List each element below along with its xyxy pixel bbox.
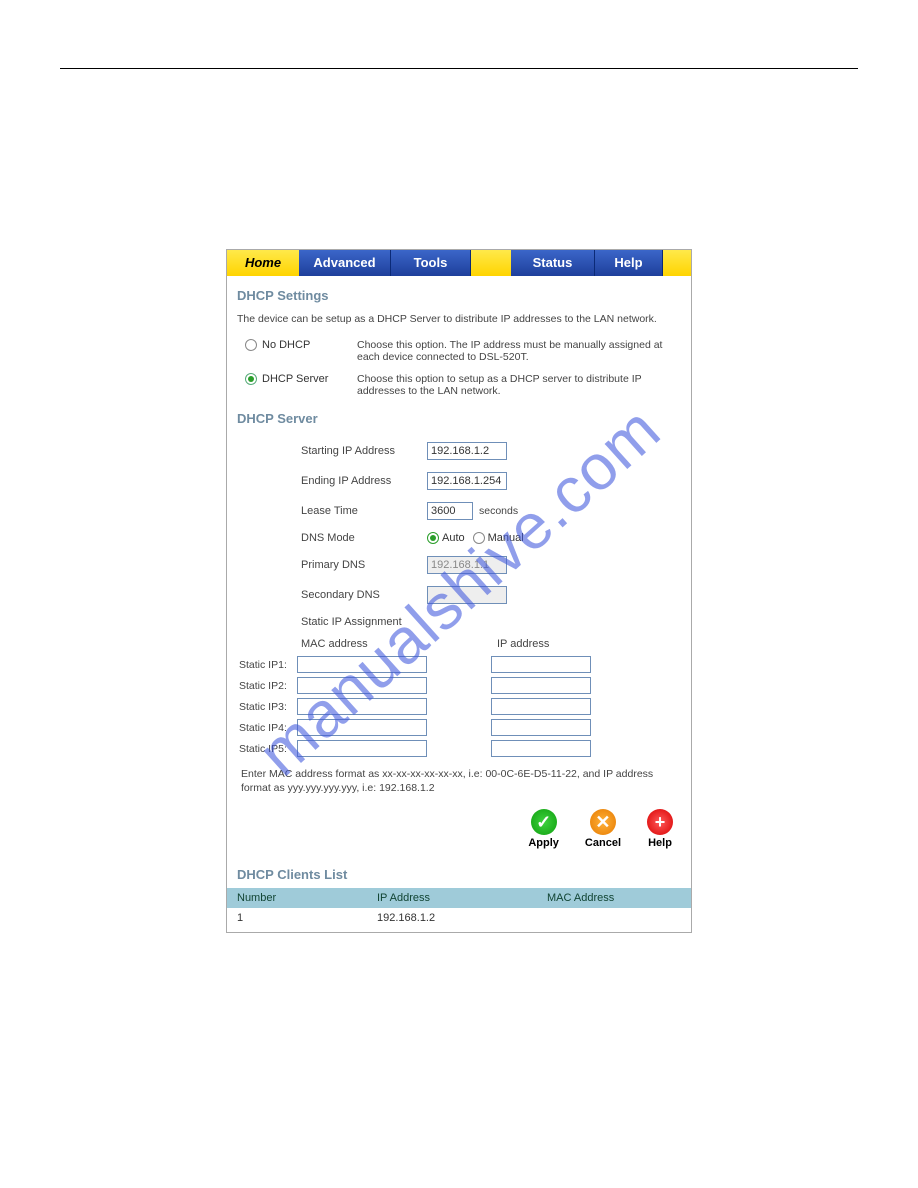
static-ip-heading: Static IP Assignment [237,616,681,628]
apply-button[interactable]: ✓ Apply [528,809,559,849]
static-ip-row-5: Static IP5: [237,740,681,757]
primary-dns-label: Primary DNS [237,559,427,571]
tab-home[interactable]: Home [227,250,299,276]
dhcp-server-radio[interactable] [245,373,257,385]
dhcp-server-label: DHCP Server [262,373,328,385]
ending-ip-label: Ending IP Address [237,475,427,487]
clients-list-header: Number IP Address MAC Address [227,888,691,908]
plus-icon: + [647,809,673,835]
dhcp-server-row: DHCP Server Choose this option to setup … [237,373,681,397]
dns-mode-label: DNS Mode [237,532,427,544]
action-buttons: ✓ Apply ✕ Cancel + Help [227,805,691,863]
mac-col-head: MAC address [237,638,497,650]
static-ip2-mac-input[interactable] [297,677,427,694]
dns-auto-radio[interactable]: Auto [427,532,465,544]
tab-advanced[interactable]: Advanced [299,250,391,276]
tab-spacer [471,250,511,276]
static-ip5-ip-input[interactable] [491,740,591,757]
tab-help[interactable]: Help [595,250,663,276]
tab-tools[interactable]: Tools [391,250,471,276]
dhcp-server-form: Starting IP Address Ending IP Address Le… [227,440,691,805]
client-1-number: 1 [237,912,377,924]
static-ip2-ip-input[interactable] [491,677,591,694]
dhcp-settings-section: DHCP Settings The device can be setup as… [227,276,691,411]
starting-ip-input[interactable] [427,442,507,460]
apply-label: Apply [528,837,559,849]
no-dhcp-desc: Choose this option. The IP address must … [357,339,681,363]
static-ip1-ip-input[interactable] [491,656,591,673]
lease-time-input[interactable] [427,502,473,520]
static-ip-col-heads: MAC address IP address [237,638,681,650]
static-ip3-label: Static IP3: [237,701,297,713]
ip-col-head: IP address [497,638,549,650]
cancel-label: Cancel [585,837,621,849]
clients-col-mac: MAC Address [547,892,681,904]
static-ip3-ip-input[interactable] [491,698,591,715]
starting-ip-label: Starting IP Address [237,445,427,457]
secondary-dns-input [427,586,507,604]
lease-time-label: Lease Time [237,505,427,517]
no-dhcp-label: No DHCP [262,339,310,351]
lease-time-row: Lease Time seconds [237,502,681,520]
help-label: Help [648,837,672,849]
static-ip4-label: Static IP4: [237,722,297,734]
dns-mode-row: DNS Mode Auto Manual [237,532,681,544]
clients-col-number: Number [237,892,377,904]
check-icon: ✓ [531,809,557,835]
dhcp-server-title: DHCP Server [237,411,681,426]
clients-col-ip: IP Address [377,892,547,904]
static-ip2-label: Static IP2: [237,680,297,692]
primary-dns-row: Primary DNS [237,556,681,574]
lease-time-suffix: seconds [477,505,518,517]
secondary-dns-label: Secondary DNS [237,589,427,601]
static-ip-row-4: Static IP4: [237,719,681,736]
static-ip-row-3: Static IP3: [237,698,681,715]
dhcp-server-desc: Choose this option to setup as a DHCP se… [357,373,681,397]
static-ip3-mac-input[interactable] [297,698,427,715]
no-dhcp-radio[interactable] [245,339,257,351]
clients-row-1: 1 192.168.1.2 [227,908,691,932]
cancel-button[interactable]: ✕ Cancel [585,809,621,849]
static-ip4-mac-input[interactable] [297,719,427,736]
dhcp-settings-title: DHCP Settings [237,288,681,303]
no-dhcp-row: No DHCP Choose this option. The IP addre… [237,339,681,363]
clients-list-title: DHCP Clients List [227,863,691,888]
dhcp-server-section: DHCP Server [227,411,691,440]
client-1-ip: 192.168.1.2 [377,912,547,924]
dhcp-settings-intro: The device can be setup as a DHCP Server… [237,313,681,325]
static-ip5-mac-input[interactable] [297,740,427,757]
static-ip5-label: Static IP5: [237,743,297,755]
dns-auto-label: Auto [442,532,465,544]
starting-ip-row: Starting IP Address [237,442,681,460]
secondary-dns-row: Secondary DNS [237,586,681,604]
router-admin-panel: Home Advanced Tools Status Help DHCP Set… [226,249,692,933]
main-tab-bar: Home Advanced Tools Status Help [227,250,691,276]
mac-format-hint: Enter MAC address format as xx-xx-xx-xx-… [237,761,681,805]
ending-ip-input[interactable] [427,472,507,490]
help-button[interactable]: + Help [647,809,673,849]
page-divider [60,68,858,69]
tab-status[interactable]: Status [511,250,595,276]
static-ip1-label: Static IP1: [237,659,297,671]
static-ip1-mac-input[interactable] [297,656,427,673]
dns-manual-label: Manual [488,532,524,544]
static-ip-row-2: Static IP2: [237,677,681,694]
dns-manual-radio[interactable]: Manual [473,532,524,544]
client-1-mac [547,912,681,924]
static-ip-row-1: Static IP1: [237,656,681,673]
primary-dns-input [427,556,507,574]
x-icon: ✕ [590,809,616,835]
ending-ip-row: Ending IP Address [237,472,681,490]
static-ip4-ip-input[interactable] [491,719,591,736]
